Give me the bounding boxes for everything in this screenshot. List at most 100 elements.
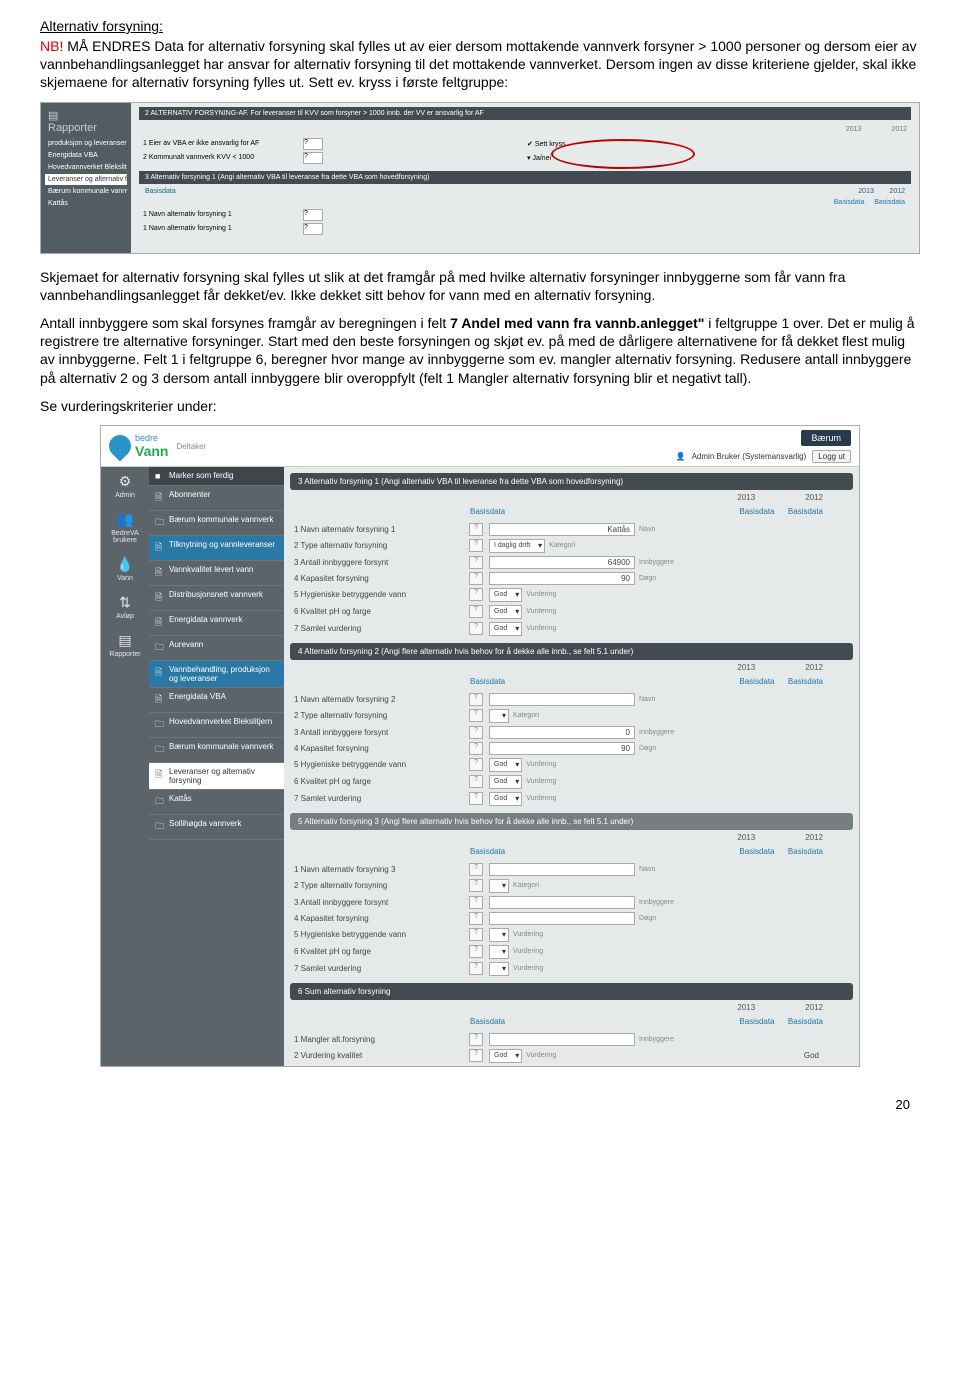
nav-item[interactable]: ■Marker som ferdig: [149, 467, 284, 486]
nav-item[interactable]: 🗎Energidata vannverk: [149, 611, 284, 636]
help-icon[interactable]: ?: [469, 896, 483, 909]
iconbar-item[interactable]: 💧Vann: [101, 550, 149, 588]
help-icon[interactable]: ?: [469, 962, 483, 975]
help-icon[interactable]: ?: [469, 879, 483, 892]
text-input[interactable]: [489, 693, 635, 706]
nav-item[interactable]: 🗀Aurevann: [149, 636, 284, 661]
field-label: 5 Hygieniske betryggende vann: [294, 590, 469, 599]
select-input[interactable]: God: [489, 758, 522, 772]
select-input[interactable]: God: [489, 1049, 522, 1063]
help-icon[interactable]: ?: [469, 523, 483, 536]
basisdata-link[interactable]: Basisdata: [470, 677, 505, 686]
text-input[interactable]: [489, 912, 635, 925]
iconbar-item[interactable]: ▤Rapporter: [101, 626, 149, 664]
help-icon[interactable]: ?: [469, 792, 483, 805]
year-row: 20132012: [290, 830, 853, 845]
select-input[interactable]: God: [489, 605, 522, 619]
nav-item[interactable]: 🗀Hovedvannverket Blekslitjern: [149, 713, 284, 738]
help-icon[interactable]: ?: [469, 945, 483, 958]
doc-icon: 🗀: [155, 794, 165, 810]
panel-header: 3 Alternativ forsyning 1 (Angi alternati…: [290, 473, 853, 490]
help-icon[interactable]: ?: [469, 693, 483, 706]
iconbar-item[interactable]: ⚙Admin: [101, 467, 149, 505]
iconbar-item[interactable]: 👥BedreVA brukere: [101, 505, 149, 550]
ss1-field-row: 1 Eier av VBA er ikke ansvarlig for AF ?…: [139, 137, 911, 151]
help-icon[interactable]: ?: [469, 758, 483, 771]
form-row: 2 Vurdering kvalitet?GodVurderingGod: [290, 1047, 853, 1064]
select-input[interactable]: God: [489, 588, 522, 602]
ss1-nav-item[interactable]: Bærum kommunale vannverk: [45, 186, 127, 197]
text-input[interactable]: 90: [489, 742, 635, 755]
help-icon[interactable]: ?: [469, 775, 483, 788]
text-input[interactable]: [489, 896, 635, 909]
select-input[interactable]: [489, 962, 509, 976]
logout-button[interactable]: Logg ut: [812, 450, 851, 463]
help-icon[interactable]: ?: [469, 1049, 483, 1062]
text-input[interactable]: 0: [489, 726, 635, 739]
nav-item[interactable]: 🗎Tilknytning og vannleveranser: [149, 536, 284, 561]
select-input[interactable]: I daglig drift: [489, 539, 545, 553]
nav-item[interactable]: 🗎Vannkvalitet levert vann: [149, 561, 284, 586]
basisdata-link[interactable]: Basisdata: [470, 507, 505, 516]
help-icon[interactable]: ?: [469, 709, 483, 722]
text-input[interactable]: 64900: [489, 556, 635, 569]
help-icon[interactable]: ?: [469, 742, 483, 755]
ss1-nav-item-selected[interactable]: Leveranser og alternativ forsyning: [45, 174, 127, 185]
help-icon[interactable]: ?: [303, 138, 323, 150]
select-input[interactable]: [489, 879, 509, 893]
basisdata-link[interactable]: Basisdata: [788, 677, 823, 686]
basisdata-link[interactable]: Basisdata: [788, 847, 823, 856]
nav-item[interactable]: 🗀Sollihøgda vannverk: [149, 815, 284, 840]
help-icon[interactable]: ?: [469, 1033, 483, 1046]
doc-icon: ■: [155, 471, 165, 481]
basisdata-link[interactable]: Basisdata: [739, 507, 774, 516]
help-icon[interactable]: ?: [469, 539, 483, 552]
basisdata-link[interactable]: Basisdata: [739, 1017, 774, 1026]
help-icon[interactable]: ?: [469, 605, 483, 618]
basisdata-link[interactable]: Basisdata: [739, 677, 774, 686]
select-input[interactable]: God: [489, 622, 522, 636]
field-unit: Navn: [639, 696, 655, 703]
ss1-years: 20132012: [139, 122, 911, 137]
basisdata-link[interactable]: Basisdata: [739, 847, 774, 856]
help-icon[interactable]: ?: [469, 588, 483, 601]
nav-item[interactable]: 🗎Vannbehandling, produksjon og leveranse…: [149, 661, 284, 688]
ss1-nav-item[interactable]: Energidata VBA: [45, 150, 127, 161]
nav-item[interactable]: 🗎Energidata VBA: [149, 688, 284, 713]
help-icon[interactable]: ?: [469, 726, 483, 739]
nav-item[interactable]: 🗎Leveranser og alternativ forsyning: [149, 763, 284, 790]
nav-item[interactable]: 🗀Bærum kommunale vannverk: [149, 738, 284, 763]
ss1-main: 2 ALTERNATIV FORSYNING-AF. For leveranse…: [131, 103, 919, 253]
text-input[interactable]: 90: [489, 572, 635, 585]
basisdata-link[interactable]: Basisdata: [788, 507, 823, 516]
select-input[interactable]: [489, 928, 509, 942]
nav-item[interactable]: 🗎Distribusjonsnett vannverk: [149, 586, 284, 611]
select-input[interactable]: God: [489, 775, 522, 789]
toolbox-widget: Lenovo ThinkVantage Toolbox: [290, 1064, 853, 1066]
text-input[interactable]: [489, 1033, 635, 1046]
iconbar-item[interactable]: ⇅Avløp: [101, 588, 149, 626]
help-icon[interactable]: ?: [469, 572, 483, 585]
form-row: 5 Hygieniske betryggende vann?Vurdering: [290, 926, 853, 943]
select-input[interactable]: God: [489, 792, 522, 806]
basisdata-link[interactable]: Basisdata: [470, 1017, 505, 1026]
select-input[interactable]: [489, 945, 509, 959]
nav-item[interactable]: 🗀Bærum kommunale vannverk: [149, 511, 284, 536]
page-number: 20: [40, 1097, 920, 1112]
nav-item[interactable]: 🗎Abonnenter: [149, 486, 284, 511]
help-icon[interactable]: ?: [469, 863, 483, 876]
help-icon[interactable]: ?: [469, 912, 483, 925]
ss1-nav-item[interactable]: Kattås: [45, 198, 127, 209]
help-icon[interactable]: ?: [469, 928, 483, 941]
help-icon[interactable]: ?: [469, 556, 483, 569]
basisdata-link[interactable]: Basisdata: [788, 1017, 823, 1026]
help-icon[interactable]: ?: [303, 152, 323, 164]
ss1-nav-item[interactable]: produksjon og leveranser: [45, 138, 127, 149]
text-input[interactable]: Kattås: [489, 523, 635, 536]
text-input[interactable]: [489, 863, 635, 876]
ss1-nav-item[interactable]: Hovedvannverket Bleksli­tjern: [45, 162, 127, 173]
nav-item[interactable]: 🗀Kattås: [149, 790, 284, 815]
help-icon[interactable]: ?: [469, 622, 483, 635]
basisdata-link[interactable]: Basisdata: [470, 847, 505, 856]
select-input[interactable]: [489, 709, 509, 723]
